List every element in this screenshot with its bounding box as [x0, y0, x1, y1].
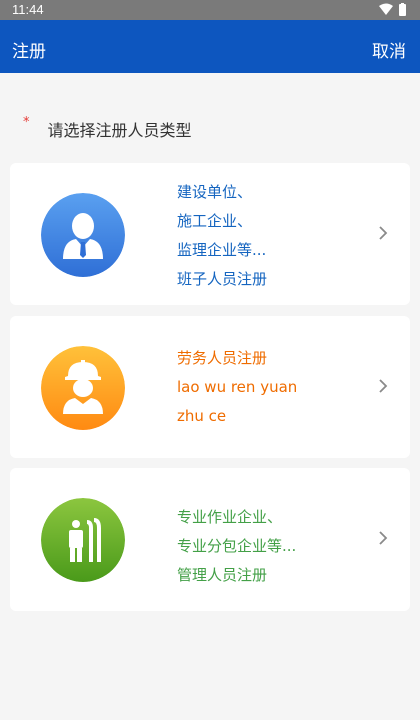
- status-bar: 11:44: [0, 0, 420, 20]
- card-text: 劳务人员注册 lao wu ren yuan zhu ce: [177, 344, 297, 431]
- card-line: lao wu ren yuan: [177, 378, 298, 396]
- card-line: 管理人员注册: [177, 566, 268, 584]
- chevron-right-icon: [378, 225, 388, 241]
- card-line: 建设单位、: [177, 183, 253, 201]
- section-label-text: 请选择注册人员类型: [47, 121, 192, 140]
- manager-icon: [41, 193, 125, 277]
- cancel-button[interactable]: 取消: [372, 37, 406, 62]
- wifi-battery-icon: [379, 3, 406, 16]
- card-line: 专业分包企业等...: [177, 537, 297, 555]
- card-line: 施工企业、: [177, 212, 253, 230]
- chevron-right-icon: [378, 378, 388, 394]
- card-line: 劳务人员注册: [177, 349, 268, 367]
- section-label: * 请选择注册人员类型: [23, 115, 192, 141]
- app-bar: 注册 取消: [0, 20, 420, 73]
- register-option-management[interactable]: 建设单位、 施工企业、 监理企业等... 班子人员注册: [10, 163, 410, 305]
- card-line: 班子人员注册: [177, 270, 268, 288]
- specialist-staff-icon: [41, 498, 125, 582]
- page-title: 注册: [12, 42, 46, 62]
- card-line: zhu ce: [177, 407, 227, 425]
- chevron-right-icon: [378, 530, 388, 546]
- status-time: 11:44: [12, 2, 44, 17]
- register-option-specialist[interactable]: 专业作业企业、 专业分包企业等... 管理人员注册: [10, 468, 410, 611]
- status-icons: [378, 3, 408, 17]
- worker-helmet-icon: [41, 346, 125, 430]
- required-mark: *: [23, 115, 30, 130]
- card-line: 专业作业企业、: [177, 508, 283, 526]
- card-text: 专业作业企业、 专业分包企业等... 管理人员注册: [177, 503, 296, 590]
- register-option-labor[interactable]: 劳务人员注册 lao wu ren yuan zhu ce: [10, 316, 410, 458]
- card-line: 监理企业等...: [177, 241, 267, 259]
- card-text: 建设单位、 施工企业、 监理企业等... 班子人员注册: [177, 178, 267, 294]
